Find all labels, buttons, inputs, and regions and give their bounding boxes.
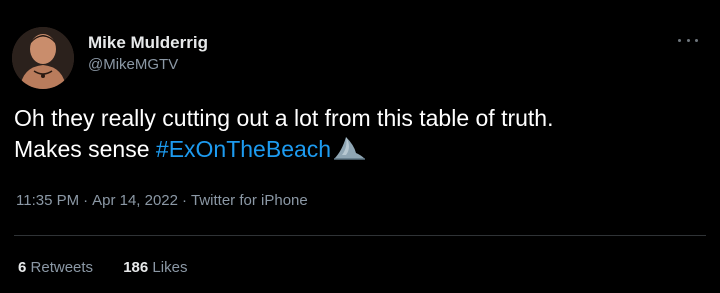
likes-stat[interactable]: 186 Likes — [123, 259, 187, 276]
tweet-date[interactable]: Apr 14, 2022 — [92, 192, 178, 209]
shark-emoji-icon — [334, 137, 366, 160]
tweet-card: Mike Mulderrig @MikeMGTV Oh they really … — [0, 0, 720, 293]
tweet-text-line-1: Oh they really cutting out a lot from th… — [14, 105, 554, 131]
tweet-text-prefix: Makes sense — [14, 136, 150, 162]
likes-count: 186 — [123, 259, 149, 276]
tweet-metadata: 11:35 PM · Apr 14, 2022 · Twitter for iPhone — [16, 192, 308, 209]
tweet-time[interactable]: 11:35 PM — [16, 192, 79, 209]
likes-label: Likes — [152, 259, 188, 276]
divider — [14, 235, 706, 236]
author-block: Mike Mulderrig @MikeMGTV — [88, 33, 208, 75]
tweet-text: Oh they really cutting out a lot from th… — [14, 103, 704, 164]
dot — [686, 38, 690, 42]
author-handle[interactable]: @MikeMGTV — [88, 55, 208, 75]
avatar[interactable] — [12, 27, 74, 89]
author-display-name[interactable]: Mike Mulderrig — [88, 33, 208, 53]
more-options-icon[interactable] — [678, 34, 698, 46]
retweets-label: Retweets — [30, 259, 94, 276]
avatar-image — [12, 27, 74, 89]
meta-separator: · — [182, 192, 187, 209]
tweet-text-line-2: Makes sense #ExOnTheBeach — [14, 133, 704, 164]
dot — [695, 38, 698, 42]
retweets-count: 6 — [18, 259, 27, 276]
meta-separator: · — [83, 192, 89, 209]
tweet-stats: 6 Retweets 186 Likes — [18, 259, 213, 276]
dot — [678, 38, 681, 42]
tweet-source[interactable]: Twitter for iPhone — [191, 192, 308, 209]
hashtag-link[interactable]: #ExOnTheBeach — [156, 136, 331, 162]
retweets-stat[interactable]: 6 Retweets — [18, 259, 97, 276]
